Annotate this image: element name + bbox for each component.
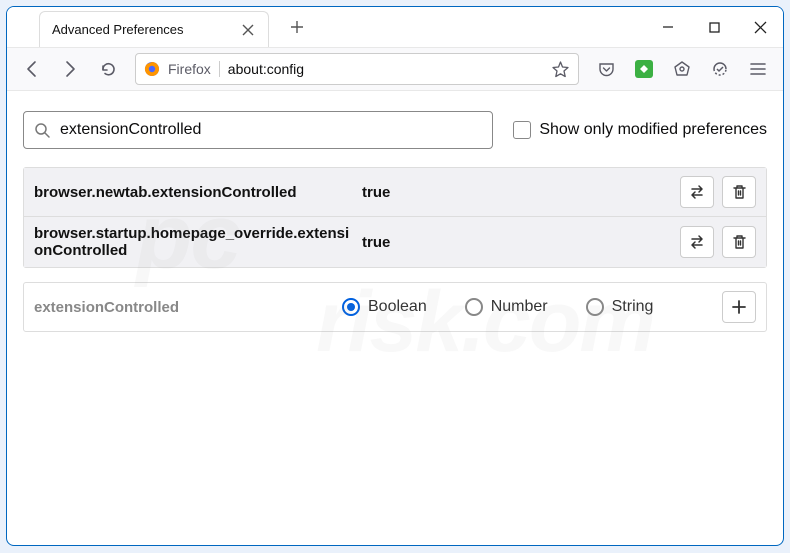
minimize-button[interactable] [645,7,691,47]
pref-name: browser.newtab.extensionControlled [34,184,354,201]
firefox-icon [144,61,160,77]
type-radios: Boolean Number String [342,298,714,316]
close-tab-icon[interactable] [240,22,256,38]
app-window: Advanced Preferences [6,6,784,546]
type-string-radio[interactable]: String [586,298,654,316]
close-window-button[interactable] [737,7,783,47]
urlbar-separator [219,61,220,77]
add-button[interactable] [722,291,756,323]
show-modified-checkbox[interactable] [513,121,531,139]
browser-tab[interactable]: Advanced Preferences [39,11,269,47]
new-pref-row: extensionControlled Boolean Number Strin… [23,282,767,332]
search-row: Show only modified preferences [23,111,767,149]
bookmark-star-icon[interactable] [550,59,570,79]
address-bar[interactable]: Firefox about:config [135,53,579,85]
shield-icon[interactable] [703,53,737,85]
delete-button[interactable] [722,226,756,258]
toggle-button[interactable] [680,226,714,258]
forward-button[interactable] [53,53,87,85]
search-box[interactable] [23,111,493,149]
new-pref-name: extensionControlled [34,299,334,316]
pocket-icon[interactable] [589,53,623,85]
type-number-radio[interactable]: Number [465,298,548,316]
identity-label: Firefox [168,61,211,77]
pref-name: browser.startup.homepage_override.extens… [34,225,354,259]
show-modified-label: Show only modified preferences [539,121,767,139]
radio-label: String [612,298,654,316]
tab-title: Advanced Preferences [52,22,230,37]
content-area: pc risk.com Show only modified preferenc… [7,91,783,352]
search-input[interactable] [60,121,482,139]
reload-button[interactable] [91,53,125,85]
titlebar: Advanced Preferences [7,7,783,47]
pref-value: true [362,234,672,251]
radio-label: Boolean [368,298,427,316]
pref-list: browser.newtab.extensionControlled true … [23,167,767,268]
radio-icon [342,298,360,316]
radio-icon [586,298,604,316]
radio-label: Number [491,298,548,316]
type-boolean-radio[interactable]: Boolean [342,298,427,316]
radio-icon [465,298,483,316]
pref-value: true [362,184,672,201]
back-button[interactable] [15,53,49,85]
show-modified-row[interactable]: Show only modified preferences [513,121,767,139]
toolbar: Firefox about:config [7,47,783,91]
window-controls [645,7,783,47]
search-icon [34,122,50,138]
url-text: about:config [228,61,542,77]
pref-row: browser.startup.homepage_override.extens… [24,216,766,267]
toggle-button[interactable] [680,176,714,208]
delete-button[interactable] [722,176,756,208]
pref-row: browser.newtab.extensionControlled true [24,168,766,216]
menu-button[interactable] [741,53,775,85]
account-icon[interactable] [665,53,699,85]
extension-icon[interactable] [627,53,661,85]
new-tab-button[interactable] [281,11,313,43]
maximize-button[interactable] [691,7,737,47]
